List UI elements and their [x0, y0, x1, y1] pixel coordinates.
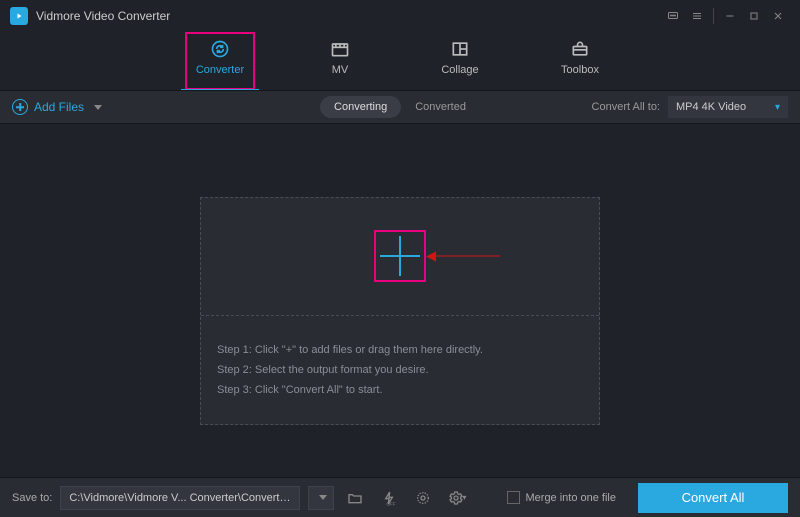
high-speed-button[interactable]	[410, 486, 436, 510]
add-files-label: Add Files	[34, 100, 84, 114]
main-nav: Converter MV Collage Toolbox	[0, 32, 800, 90]
add-files-button[interactable]: Add Files	[12, 99, 102, 115]
save-path-field[interactable]: C:\Vidmore\Vidmore V... Converter\Conver…	[60, 486, 300, 510]
step-text: Step 3: Click "Convert All" to start.	[217, 384, 583, 396]
convert-all-to: Convert All to: MP4 4K Video ▾	[592, 96, 788, 118]
app-icon	[10, 7, 28, 25]
tab-collage[interactable]: Collage	[425, 32, 495, 90]
annotation-highlight-box	[374, 230, 426, 282]
merge-checkbox[interactable]: Merge into one file	[507, 491, 617, 504]
drop-top	[201, 198, 599, 316]
chevron-down-icon: ▾	[462, 493, 466, 502]
convert-all-to-label: Convert All to:	[592, 101, 660, 113]
app-title: Vidmore Video Converter	[36, 9, 170, 23]
chevron-down-icon	[94, 105, 102, 110]
tab-label: Collage	[441, 64, 478, 76]
tab-toolbox[interactable]: Toolbox	[545, 32, 615, 90]
format-dropdown[interactable]: MP4 4K Video ▾	[668, 96, 788, 118]
menu-icon[interactable]	[685, 4, 709, 28]
workspace: Step 1: Click "+" to add files or drag t…	[0, 124, 800, 477]
sub-toolbar: Add Files Converting Converted Convert A…	[0, 90, 800, 124]
tab-mv[interactable]: MV	[305, 32, 375, 90]
tab-label: Toolbox	[561, 64, 599, 76]
save-path-value: C:\Vidmore\Vidmore V... Converter\Conver…	[69, 492, 291, 504]
tab-label: Converter	[196, 64, 244, 76]
svg-text:OFF: OFF	[387, 501, 396, 506]
bottom-bar: Save to: C:\Vidmore\Vidmore V... Convert…	[0, 477, 800, 517]
tab-converter[interactable]: Converter	[185, 32, 255, 90]
tab-label: MV	[332, 64, 349, 76]
merge-label: Merge into one file	[526, 492, 617, 504]
hardware-accel-button[interactable]: OFF	[376, 486, 402, 510]
chevron-down-icon: ▾	[775, 102, 780, 113]
convert-all-button[interactable]: Convert All	[638, 483, 788, 513]
save-path-dropdown[interactable]	[308, 486, 334, 510]
checkbox-box	[507, 491, 520, 504]
step-text: Step 2: Select the output format you des…	[217, 364, 583, 376]
collage-icon	[448, 36, 472, 62]
plus-icon	[380, 236, 420, 276]
step-text: Step 1: Click "+" to add files or drag t…	[217, 344, 583, 356]
status-segment: Converting Converted	[320, 96, 480, 118]
mv-icon	[328, 36, 352, 62]
chevron-down-icon	[319, 495, 327, 500]
annotation-arrow	[436, 256, 500, 257]
toolbox-icon	[568, 36, 592, 62]
minimize-button[interactable]	[718, 4, 742, 28]
maximize-button[interactable]	[742, 4, 766, 28]
segment-converted[interactable]: Converted	[401, 96, 480, 118]
title-bar: Vidmore Video Converter	[0, 0, 800, 32]
feedback-icon[interactable]	[661, 4, 685, 28]
save-to-label: Save to:	[12, 492, 52, 504]
settings-button[interactable]: ▾	[444, 486, 470, 510]
drop-zone[interactable]: Step 1: Click "+" to add files or drag t…	[200, 197, 600, 425]
drop-instructions: Step 1: Click "+" to add files or drag t…	[201, 316, 599, 424]
plus-circle-icon	[12, 99, 28, 115]
divider	[713, 8, 714, 24]
open-folder-button[interactable]	[342, 486, 368, 510]
converter-icon	[208, 36, 232, 62]
add-files-plus[interactable]	[374, 230, 426, 282]
segment-converting[interactable]: Converting	[320, 96, 401, 118]
format-value: MP4 4K Video	[676, 101, 746, 113]
close-button[interactable]	[766, 4, 790, 28]
